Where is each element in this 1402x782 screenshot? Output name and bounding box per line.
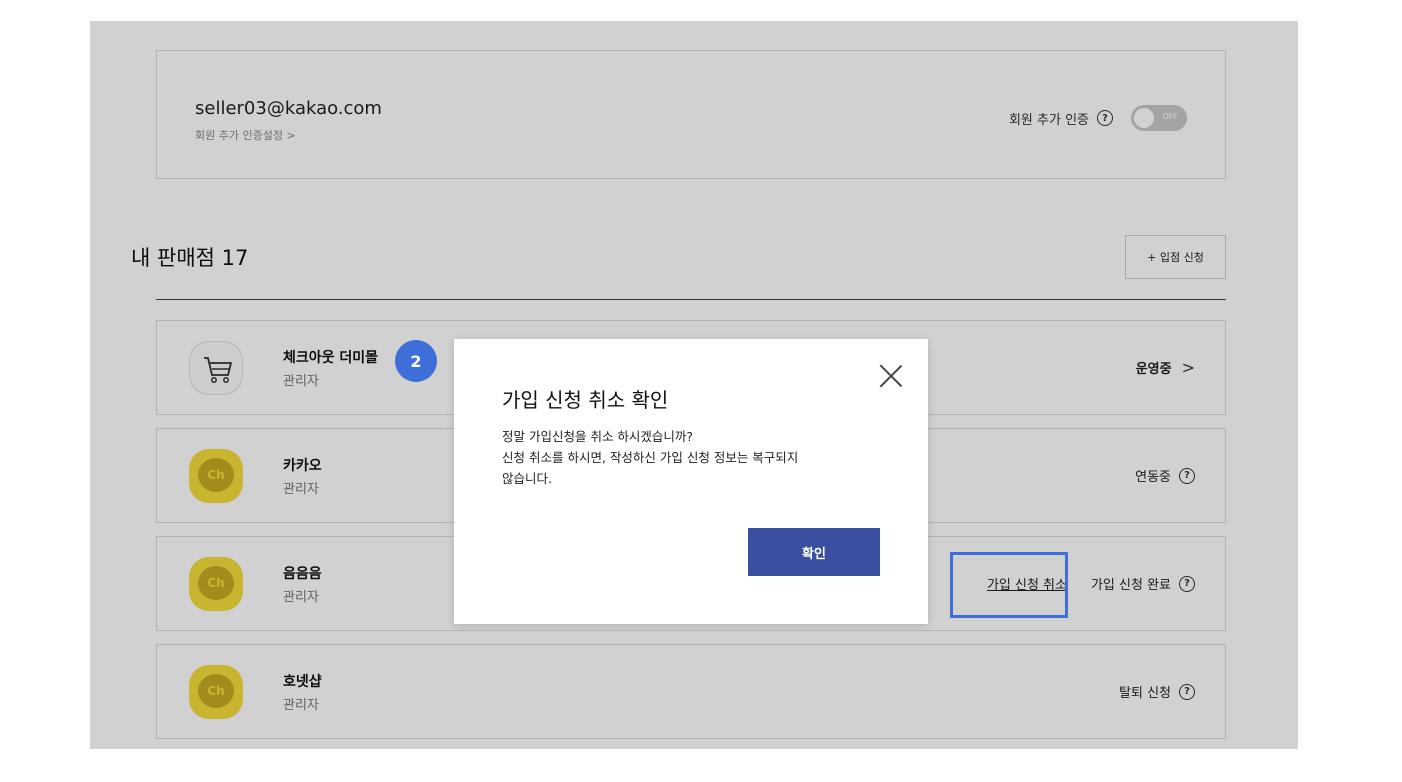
confirm-button[interactable]: 확인	[748, 528, 880, 576]
dialog-title: 가입 신청 취소 확인	[502, 388, 669, 412]
cancel-confirm-dialog: 가입 신청 취소 확인 정말 가입신청을 취소 하시겠습니까? 신청 취소를 하…	[454, 339, 928, 624]
dialog-message-line: 않습니다.	[502, 471, 552, 486]
dialog-message-line: 정말 가입신청을 취소 하시겠습니까?	[502, 429, 694, 444]
dialog-message-line: 신청 취소를 하시면, 작성하신 가입 신청 정보는 복구되지	[502, 450, 799, 465]
close-icon[interactable]	[878, 363, 904, 389]
step-badge: 2	[395, 340, 437, 382]
highlight-box	[950, 552, 1068, 618]
dialog-message: 정말 가입신청을 취소 하시겠습니까? 신청 취소를 하시면, 작성하신 가입 …	[502, 426, 892, 489]
